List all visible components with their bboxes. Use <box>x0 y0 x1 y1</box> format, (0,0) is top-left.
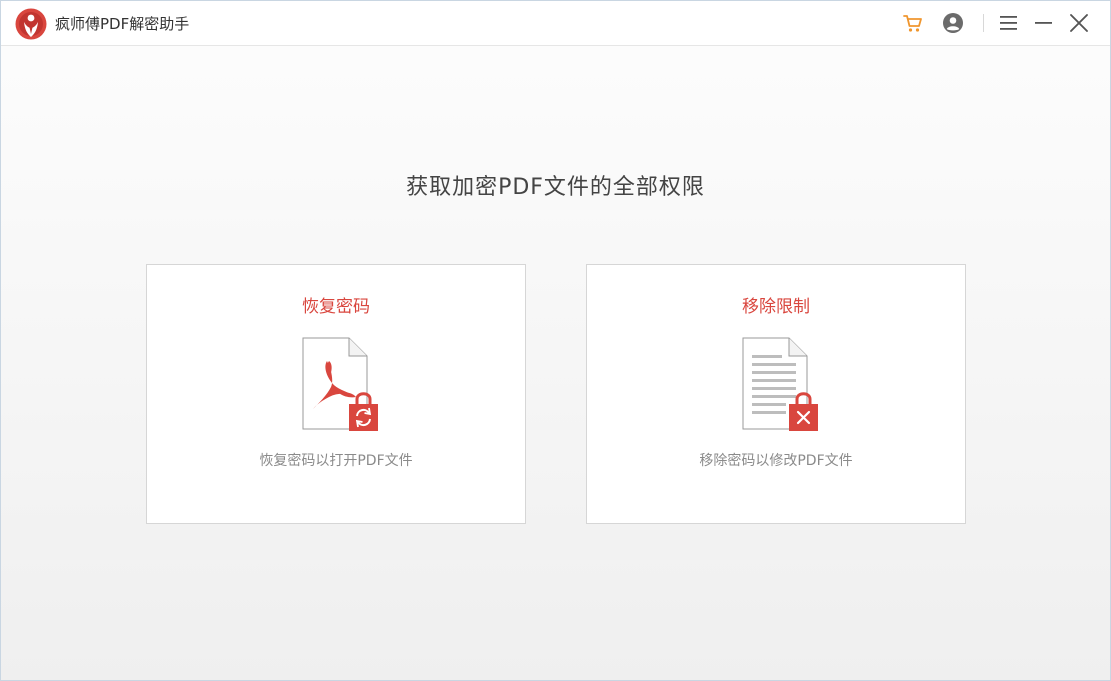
close-icon[interactable] <box>1068 12 1090 34</box>
menu-icon[interactable] <box>998 12 1020 34</box>
user-icon[interactable] <box>942 12 964 34</box>
app-window: 疯师傅PDF解密助手 获取加密PDF文件的全部权限 恢复密码 恢复密码以打开PD… <box>0 0 1111 681</box>
titlebar-separator <box>983 14 984 32</box>
card-description: 移除密码以修改PDF文件 <box>699 453 853 469</box>
cart-icon[interactable] <box>902 12 924 34</box>
minimize-icon[interactable] <box>1033 12 1055 34</box>
recover-password-card[interactable]: 恢复密码 恢复密码以打开PDF文件 <box>146 264 526 524</box>
card-description: 恢复密码以打开PDF文件 <box>259 453 413 469</box>
document-remove-lock-icon <box>742 337 818 431</box>
card-title: 移除限制 <box>742 297 810 317</box>
title-bar[interactable]: 疯师傅PDF解密助手 <box>1 1 1110 46</box>
page-headline: 获取加密PDF文件的全部权限 <box>406 175 705 200</box>
app-title: 疯师傅PDF解密助手 <box>55 15 190 33</box>
pdf-unlock-icon <box>302 337 378 431</box>
app-logo-icon <box>15 8 47 40</box>
remove-restriction-card[interactable]: 移除限制 移除密码以修改PDF文件 <box>586 264 966 524</box>
card-title: 恢复密码 <box>302 297 370 317</box>
